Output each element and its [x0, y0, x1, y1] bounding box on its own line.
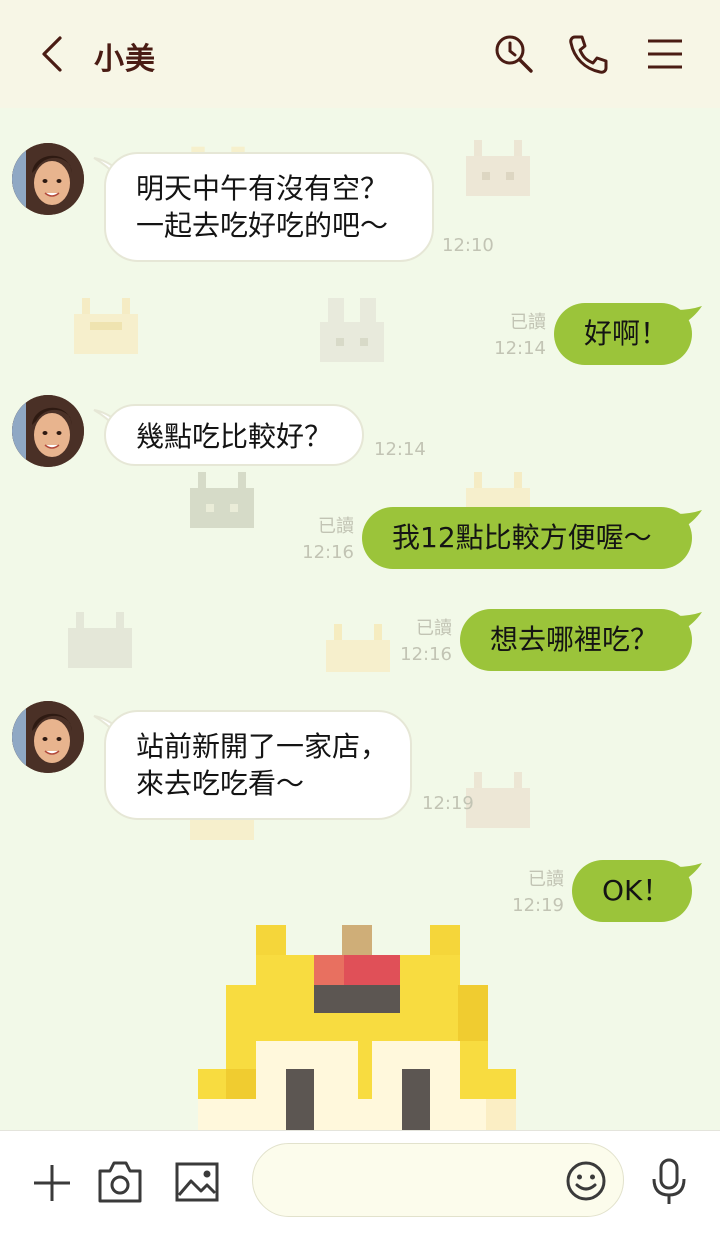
message-input[interactable] [277, 1162, 561, 1200]
message-time: 12:19 [512, 895, 564, 916]
message-bubble-outgoing[interactable]: 我12點比較方便喔～ [362, 507, 692, 569]
background-cat-decoration [326, 624, 390, 672]
read-receipt: 已讀 [510, 312, 546, 333]
message-time: 12:14 [494, 338, 546, 359]
bubble-tail [676, 863, 702, 883]
image-icon[interactable] [174, 1161, 220, 1203]
camera-icon[interactable] [96, 1159, 144, 1205]
avatar[interactable] [12, 395, 84, 467]
read-receipt: 已讀 [528, 869, 564, 890]
chat-header: 小美 [0, 0, 720, 108]
message-bubble-outgoing[interactable]: 想去哪裡吃？ [460, 609, 692, 671]
message-bubble-incoming[interactable]: 幾點吃比較好？ [104, 404, 364, 466]
menu-icon[interactable] [644, 32, 688, 76]
bubble-tail [676, 510, 702, 530]
message-time: 12:16 [302, 542, 354, 563]
bubble-tail [676, 612, 702, 632]
microphone-icon[interactable] [650, 1157, 688, 1207]
read-receipt: 已讀 [416, 618, 452, 639]
contact-name: 小美 [94, 42, 156, 77]
message-time: 12:19 [422, 793, 474, 814]
background-cat-decoration [190, 472, 254, 528]
message-time: 12:16 [400, 644, 452, 665]
message-bubble-incoming[interactable]: 站前新開了一家店， 來去吃吃看～ [104, 710, 412, 820]
message-bubble-outgoing[interactable]: 好啊！ [554, 303, 692, 365]
background-cat-decoration [466, 472, 530, 512]
search-icon[interactable] [492, 32, 536, 76]
message-bubble-incoming[interactable]: 明天中午有沒有空？ 一起去吃好吃的吧～ [104, 152, 434, 262]
message-time: 12:14 [374, 439, 426, 460]
message-bubble-outgoing[interactable]: OK！ [572, 860, 692, 922]
back-chevron-icon[interactable] [36, 34, 72, 74]
background-cat-decoration [466, 772, 530, 828]
background-cat-decoration [68, 612, 132, 668]
phone-icon[interactable] [566, 32, 610, 76]
bubble-tail [676, 306, 702, 326]
message-time: 12:10 [442, 235, 494, 256]
background-cat-decoration [466, 140, 530, 196]
background-cat-decoration [320, 298, 384, 362]
read-receipt: 已讀 [318, 516, 354, 537]
emoji-icon[interactable] [565, 1160, 607, 1202]
background-cat-decoration [74, 298, 138, 354]
message-input-box[interactable] [252, 1143, 624, 1217]
plus-icon[interactable] [30, 1161, 74, 1205]
pixel-cat-sticker[interactable] [196, 925, 520, 1133]
avatar[interactable] [12, 701, 84, 773]
composer-bar [0, 1130, 720, 1233]
avatar[interactable] [12, 143, 84, 215]
